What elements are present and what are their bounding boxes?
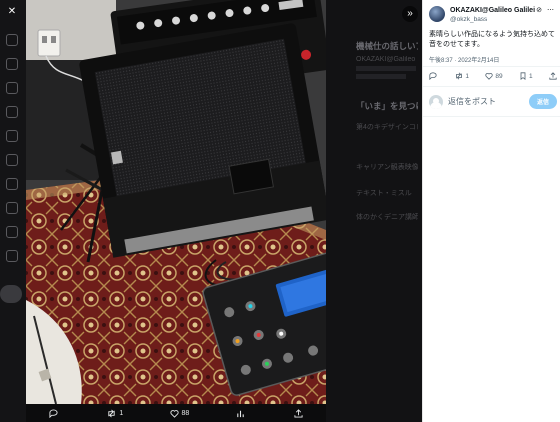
lists-icon <box>6 154 18 166</box>
background-item: キャリアン観表映像 <box>356 164 418 171</box>
tweet-panel: OKAZAKI@Galileo Galilei @okzk_bass ⊘ ⋯ 素… <box>422 0 560 422</box>
post-button <box>0 285 22 303</box>
media-share-button[interactable] <box>294 408 303 418</box>
reply-input[interactable]: 返信をポスト <box>448 96 524 107</box>
tweet-header-icons: ⊘ ⋯ <box>536 6 554 14</box>
background-item: OKAZAKI@Galileo <box>356 56 416 63</box>
retweet-icon <box>108 409 116 417</box>
premium-icon <box>6 226 18 238</box>
bar-chart-icon <box>236 410 244 417</box>
communities-icon <box>6 202 18 214</box>
media-like-button[interactable]: 88 <box>169 409 190 418</box>
grok-icon <box>6 130 18 142</box>
bookmarks-icon <box>6 178 18 190</box>
media-reply-button[interactable] <box>49 408 61 418</box>
heart-icon <box>485 72 493 80</box>
avatar[interactable] <box>429 6 445 22</box>
share-icon <box>549 72 557 80</box>
close-icon[interactable]: ✕ <box>4 4 20 20</box>
more-icon[interactable]: ⋯ <box>547 6 554 14</box>
background-item: テキスト・ミスル <box>356 190 412 197</box>
tweet-text: 素晴らしい作品になるよう気持ち込めて音をのせてます。 <box>429 31 555 48</box>
divider <box>423 66 560 67</box>
avatar <box>429 94 443 109</box>
divider <box>423 86 560 87</box>
background-timeline: 機械仕の話しいアカ OKAZAKI@Galileo 「いま」を見つけ 第4のキデ… <box>326 0 422 422</box>
media-action-bar: 1 88 <box>26 404 326 422</box>
background-heading: 「いま」を見つけ <box>356 101 418 111</box>
tweet-actions: 1 89 1 <box>429 72 557 80</box>
messages-icon <box>6 106 18 118</box>
media-retweet-count: 1 <box>119 409 124 417</box>
media-retweet-button[interactable]: 1 <box>107 409 123 418</box>
bookmark-icon <box>520 72 526 80</box>
reply-composer: 返信をポスト 返信 <box>429 94 557 109</box>
author-handle[interactable]: @okzk_bass <box>450 15 535 24</box>
share-button[interactable] <box>549 72 557 80</box>
like-button[interactable]: 89 <box>485 72 503 80</box>
media-viewer: ✕ 機械仕の話しいアカ OKAZAKI@Galileo 「いま」を見つけ 第4の… <box>0 0 560 422</box>
media-like-count: 88 <box>181 409 190 417</box>
reply-icon <box>429 72 437 80</box>
heart-icon <box>169 409 179 418</box>
author-display-name[interactable]: OKAZAKI@Galileo Galilei <box>450 6 535 15</box>
retweet-icon <box>456 72 463 80</box>
share-icon <box>294 408 303 418</box>
double-chevron-right-icon[interactable]: » <box>402 6 418 22</box>
media-views-button[interactable] <box>236 409 248 418</box>
background-item: 体のかくデニア講師 <box>356 214 418 221</box>
profile-icon <box>6 250 18 262</box>
reply-button[interactable] <box>429 72 439 80</box>
notifications-icon <box>6 82 18 94</box>
tweet-author[interactable]: OKAZAKI@Galileo Galilei @okzk_bass <box>429 6 535 24</box>
reply-submit-button[interactable]: 返信 <box>528 94 557 109</box>
like-count: 89 <box>495 72 503 80</box>
tweet-timestamp[interactable]: 午後8:37 · 2022年2月14日 <box>429 55 499 64</box>
home-icon <box>6 34 18 46</box>
background-sidebar <box>0 0 26 422</box>
bookmark-count: 1 <box>528 72 533 80</box>
tweet-photo[interactable] <box>26 0 326 404</box>
background-heading: 機械仕の話しいアカ <box>356 41 418 51</box>
divider <box>423 116 560 117</box>
background-item: 第4のキデザインコレ <box>356 124 418 131</box>
reply-icon <box>49 408 58 418</box>
retweet-count: 1 <box>465 72 469 80</box>
retweet-button[interactable]: 1 <box>455 72 469 80</box>
grok-icon[interactable]: ⊘ <box>536 6 542 14</box>
explore-icon <box>6 58 18 70</box>
bookmark-button[interactable]: 1 <box>519 72 533 80</box>
